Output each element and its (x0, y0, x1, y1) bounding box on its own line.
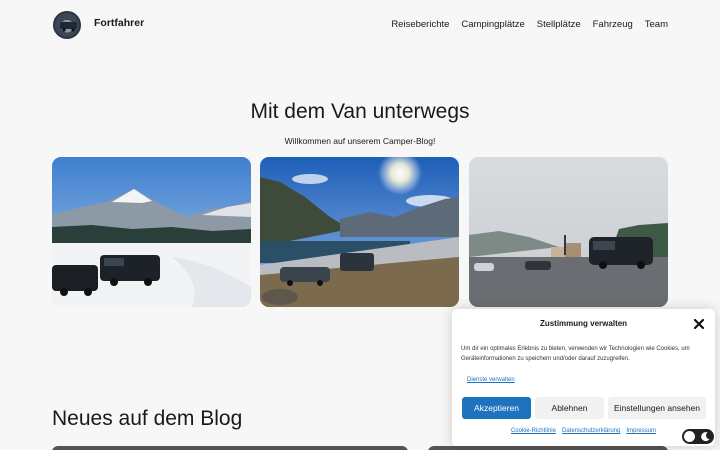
cookie-policy-link[interactable]: Cookie-Richtlinie (511, 428, 556, 434)
van-logo-icon[interactable] (53, 11, 81, 39)
nav-fahrzeug[interactable]: Fahrzeug (593, 19, 633, 30)
dark-mode-toggle[interactable] (682, 429, 714, 444)
blog-card-2[interactable] (428, 446, 668, 450)
nav-team[interactable]: Team (645, 19, 668, 30)
close-icon[interactable] (693, 317, 705, 330)
accept-button[interactable]: Akzeptieren (462, 397, 531, 419)
site-header: Fortfahrer Reiseberichte Campingplätze S… (0, 0, 720, 50)
toggle-knob (684, 431, 695, 442)
deny-button[interactable]: Ablehnen (535, 397, 604, 419)
consent-description: Um dir ein optimales Erlebnis zu bieten,… (461, 346, 690, 362)
blog-section-heading: Neues auf dem Blog (52, 407, 243, 430)
privacy-policy-link[interactable]: Datenschutzerklärung (562, 428, 620, 434)
van-on-cloudy-parking-lot-photo (469, 157, 668, 307)
cookie-consent-dialog: Zustimmung verwalten Um dir ein optimale… (452, 309, 715, 446)
consent-title: Zustimmung verwalten (539, 319, 628, 328)
manage-services-link[interactable]: Dienste verwalten (467, 377, 515, 383)
photo-gallery (52, 157, 668, 307)
nav-campingplaetze[interactable]: Campingplätze (461, 19, 524, 30)
blog-card-1[interactable] (52, 446, 408, 450)
imprint-link[interactable]: Impressum (626, 428, 656, 434)
main-nav: Reiseberichte Campingplätze Stellplätze … (391, 19, 668, 30)
view-settings-button[interactable]: Einstellungen ansehen (608, 397, 706, 419)
van-at-mountain-lake-photo (260, 157, 459, 307)
moon-icon (701, 432, 710, 442)
nav-reiseberichte[interactable]: Reiseberichte (391, 19, 449, 30)
nav-stellplaetze[interactable]: Stellplätze (537, 19, 581, 30)
site-title[interactable]: Fortfahrer (94, 17, 144, 29)
consent-footer-links: Cookie-Richtlinie Datenschutzerklärung I… (452, 428, 715, 434)
page-subtitle: Willkommen auf unserem Camper-Blog! (284, 136, 436, 146)
van-in-snowy-mountains-photo (52, 157, 251, 307)
page-title: Mit dem Van unterwegs (250, 100, 470, 123)
